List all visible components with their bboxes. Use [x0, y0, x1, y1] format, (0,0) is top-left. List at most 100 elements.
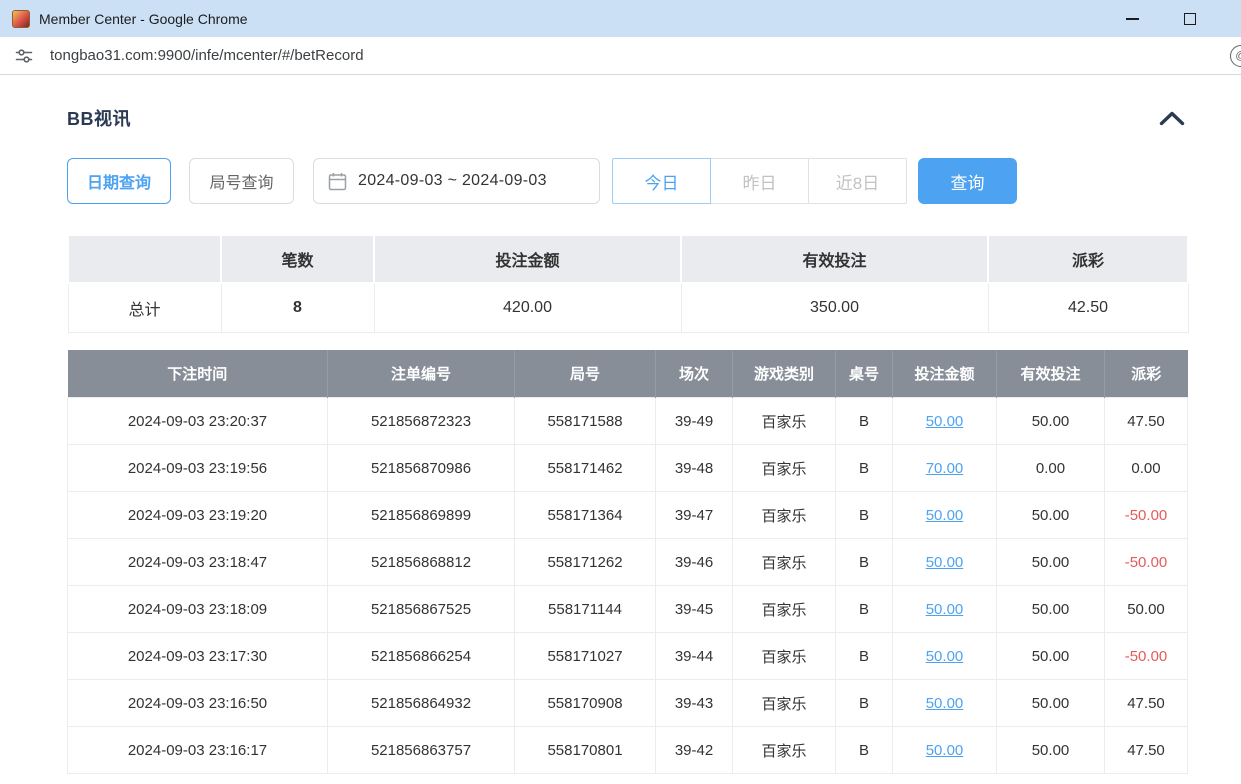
- quick-range-group: 今日 昨日 近8日: [612, 158, 907, 204]
- table-row: 2024-09-03 23:19:20521856869899558171364…: [68, 492, 1188, 539]
- bet-amount-link[interactable]: 50.00: [926, 648, 964, 665]
- date-query-tab[interactable]: 日期查询: [67, 158, 171, 204]
- cell-bet-amount: 50.00: [893, 633, 997, 680]
- cell-bet-amount: 70.00: [893, 445, 997, 492]
- filter-toolbar: 日期查询 局号查询 2024-09-03 ~ 2024-09-03 今日 昨日 …: [67, 158, 1187, 204]
- minimize-button[interactable]: [1125, 12, 1139, 26]
- summary-payout-value: 42.50: [988, 283, 1188, 332]
- cell-round-id: 558171588: [515, 398, 656, 445]
- cell-bet-time: 2024-09-03 23:16:50: [68, 680, 328, 727]
- cell-bet-time: 2024-09-03 23:16:17: [68, 727, 328, 774]
- cell-game-type: 百家乐: [733, 680, 836, 727]
- url-text[interactable]: tongbao31.com:9900/infe/mcenter/#/betRec…: [50, 47, 364, 64]
- table-row: 2024-09-03 23:17:30521856866254558171027…: [68, 633, 1188, 680]
- address-bar[interactable]: tongbao31.com:9900/infe/mcenter/#/betRec…: [0, 37, 1241, 75]
- cell-valid-bet: 50.00: [997, 492, 1105, 539]
- table-row: 2024-09-03 23:16:17521856863757558170801…: [68, 727, 1188, 774]
- table-row: 2024-09-03 23:19:56521856870986558171462…: [68, 445, 1188, 492]
- summary-header-valid-bet: 有效投注: [681, 235, 988, 283]
- bet-amount-link[interactable]: 50.00: [926, 413, 964, 430]
- date-range-picker[interactable]: 2024-09-03 ~ 2024-09-03: [313, 158, 600, 204]
- cell-session: 39-46: [656, 539, 733, 586]
- table-header-row: 下注时间 注单编号 局号 场次 游戏类别 桌号 投注金额 有效投注 派彩: [68, 350, 1188, 398]
- search-button[interactable]: 查询: [918, 158, 1017, 204]
- today-button[interactable]: 今日: [612, 158, 711, 204]
- cell-bet-amount: 50.00: [893, 680, 997, 727]
- bet-amount-link[interactable]: 50.00: [926, 507, 964, 524]
- round-query-tab[interactable]: 局号查询: [189, 158, 294, 204]
- cell-order-id: 521856863757: [328, 727, 515, 774]
- calendar-icon: [328, 172, 347, 191]
- summary-table: 笔数 投注金额 有效投注 派彩 总计 8 420.00 350.00 42.50: [67, 234, 1189, 333]
- bet-amount-link[interactable]: 50.00: [926, 742, 964, 759]
- table-row: 2024-09-03 23:18:09521856867525558171144…: [68, 586, 1188, 633]
- cell-table-no: B: [836, 586, 893, 633]
- page-title: BB视讯: [67, 105, 131, 131]
- collapse-section-button[interactable]: [1157, 109, 1187, 128]
- cell-game-type: 百家乐: [733, 586, 836, 633]
- yesterday-button[interactable]: 昨日: [710, 158, 809, 204]
- maximize-icon: [1184, 13, 1196, 25]
- cell-table-no: B: [836, 680, 893, 727]
- bet-amount-link[interactable]: 50.00: [926, 554, 964, 571]
- table-row: 2024-09-03 23:16:50521856864932558170908…: [68, 680, 1188, 727]
- cell-round-id: 558171462: [515, 445, 656, 492]
- cell-valid-bet: 50.00: [997, 727, 1105, 774]
- bet-amount-link[interactable]: 50.00: [926, 601, 964, 618]
- col-header-bet-amount: 投注金额: [893, 350, 997, 398]
- cell-table-no: B: [836, 398, 893, 445]
- cell-payout: 50.00: [1105, 586, 1188, 633]
- col-header-bet-time: 下注时间: [68, 350, 328, 398]
- table-row: 2024-09-03 23:20:37521856872323558171588…: [68, 398, 1188, 445]
- summary-header-bet-amount: 投注金额: [374, 235, 681, 283]
- bet-amount-link[interactable]: 70.00: [926, 460, 964, 477]
- last8days-button[interactable]: 近8日: [808, 158, 907, 204]
- cell-order-id: 521856866254: [328, 633, 515, 680]
- window-controls: [1125, 12, 1197, 26]
- cell-game-type: 百家乐: [733, 492, 836, 539]
- cell-round-id: 558170801: [515, 727, 656, 774]
- col-header-valid-bet: 有效投注: [997, 350, 1105, 398]
- cell-valid-bet: 50.00: [997, 680, 1105, 727]
- summary-bet-amount-value: 420.00: [374, 283, 681, 332]
- cell-order-id: 521856867525: [328, 586, 515, 633]
- summary-count-value: 8: [221, 283, 374, 332]
- cell-order-id: 521856864932: [328, 680, 515, 727]
- cell-bet-amount: 50.00: [893, 398, 997, 445]
- cell-round-id: 558170908: [515, 680, 656, 727]
- cell-payout: 47.50: [1105, 398, 1188, 445]
- cell-session: 39-44: [656, 633, 733, 680]
- cell-valid-bet: 50.00: [997, 586, 1105, 633]
- cell-round-id: 558171262: [515, 539, 656, 586]
- tune-icon[interactable]: [14, 46, 34, 66]
- cell-order-id: 521856870986: [328, 445, 515, 492]
- cell-bet-time: 2024-09-03 23:17:30: [68, 633, 328, 680]
- cell-order-id: 521856872323: [328, 398, 515, 445]
- cell-round-id: 558171027: [515, 633, 656, 680]
- cell-bet-amount: 50.00: [893, 586, 997, 633]
- cell-payout: 0.00: [1105, 445, 1188, 492]
- cell-valid-bet: 50.00: [997, 539, 1105, 586]
- cell-table-no: B: [836, 633, 893, 680]
- cell-session: 39-43: [656, 680, 733, 727]
- cell-bet-amount: 50.00: [893, 539, 997, 586]
- cell-bet-amount: 50.00: [893, 727, 997, 774]
- summary-header-blank: [68, 235, 221, 283]
- bet-record-page: BB视讯 日期查询 局号查询 2024-09-03 ~ 2024-09: [0, 105, 1241, 774]
- cell-table-no: B: [836, 492, 893, 539]
- cell-session: 39-49: [656, 398, 733, 445]
- cell-bet-time: 2024-09-03 23:19:56: [68, 445, 328, 492]
- cell-session: 39-47: [656, 492, 733, 539]
- cell-game-type: 百家乐: [733, 445, 836, 492]
- cell-bet-time: 2024-09-03 23:18:47: [68, 539, 328, 586]
- bet-amount-link[interactable]: 50.00: [926, 695, 964, 712]
- maximize-button[interactable]: [1183, 12, 1197, 26]
- window-title-bar: Member Center - Google Chrome: [0, 0, 1241, 37]
- profile-icon[interactable]: @: [1230, 45, 1241, 67]
- cell-table-no: B: [836, 727, 893, 774]
- cell-game-type: 百家乐: [733, 633, 836, 680]
- cell-bet-time: 2024-09-03 23:19:20: [68, 492, 328, 539]
- table-row: 2024-09-03 23:18:47521856868812558171262…: [68, 539, 1188, 586]
- cell-valid-bet: 0.00: [997, 445, 1105, 492]
- cell-bet-time: 2024-09-03 23:18:09: [68, 586, 328, 633]
